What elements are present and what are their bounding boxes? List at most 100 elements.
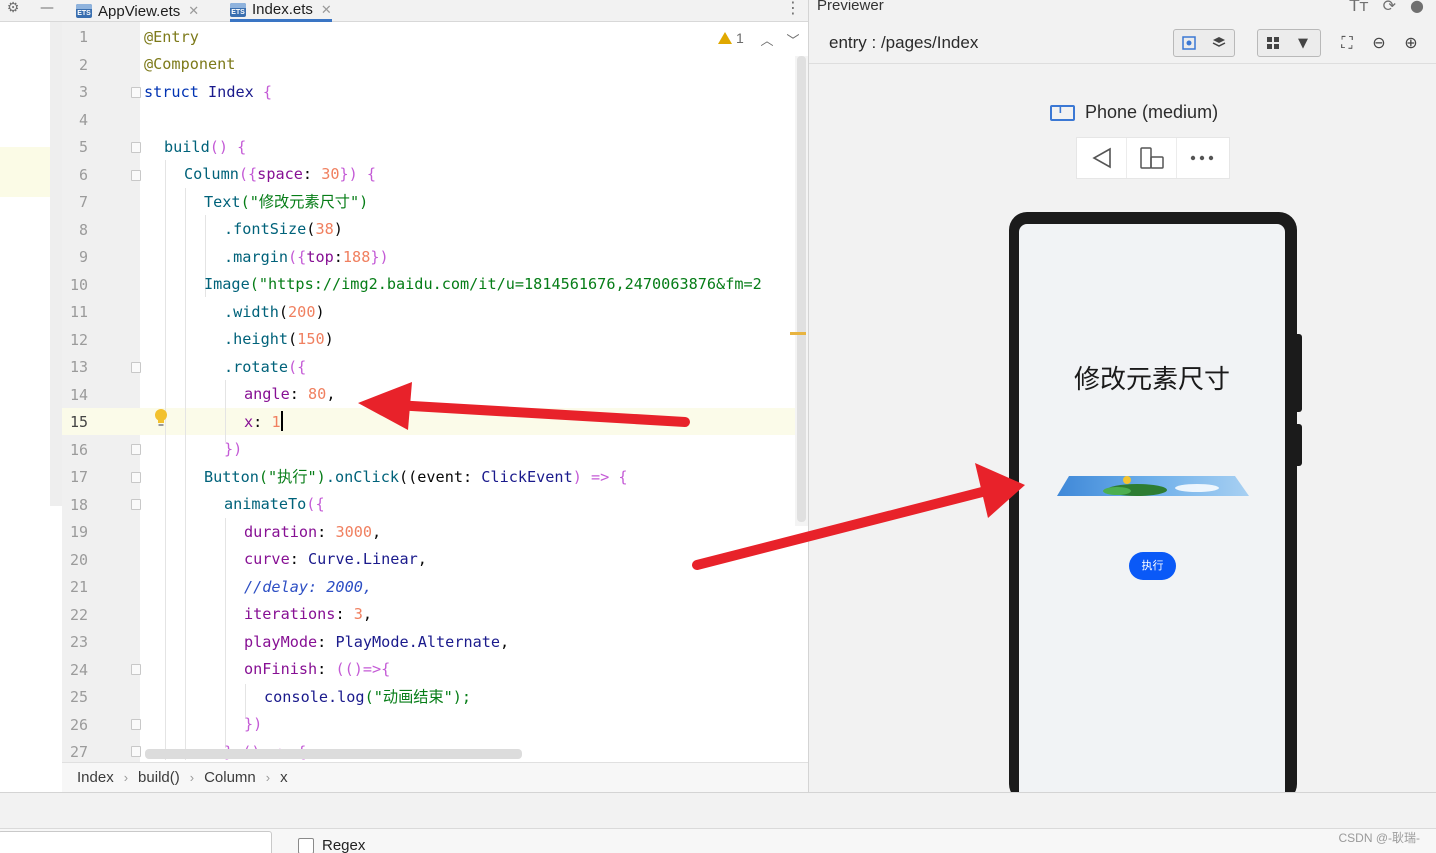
horizontal-scrollbar[interactable] [145,749,522,759]
find-input[interactable] [0,831,272,853]
close-icon[interactable]: ✕ [188,3,199,19]
regex-checkbox[interactable] [298,837,314,853]
entry-path: entry : /pages/Index [829,33,979,52]
breadcrumb-item[interactable]: x [280,769,288,786]
fold-marker[interactable] [131,746,141,757]
code-line: Button("执行").onClick((event: ClickEvent)… [204,468,628,486]
tool-window-strip [0,22,50,762]
fold-marker[interactable] [131,87,141,98]
back-icon[interactable] [1077,138,1127,178]
fold-marker[interactable] [131,444,141,455]
chevron-right-icon: › [189,770,195,785]
line-number: 26 [69,715,88,734]
app-title: 修改元素尺寸 [1073,365,1230,395]
code-line: .height(150) [224,330,334,348]
chevron-down-icon[interactable]: ﹀ [785,30,801,49]
code-line: Image("https://img2.baidu.com/it/u=18145… [204,275,762,293]
ets-file-icon: ETS [230,2,246,17]
fold-marker[interactable] [131,472,141,483]
tab-index[interactable]: ETS Index.ets ✕ [230,0,332,22]
fold-marker[interactable] [131,499,141,510]
execute-button[interactable]: 执行 [1129,552,1176,580]
line-number: 22 [69,605,88,624]
fold-marker[interactable] [131,142,141,153]
phone-frame: 修改元素尺寸 执行 [1009,212,1297,804]
regex-option[interactable]: Regex [298,837,365,853]
current-line-highlight [62,408,807,435]
code-line: duration: 3000, [244,523,382,541]
phone-side-button [1296,424,1302,466]
vertical-scrollbar[interactable] [795,56,808,526]
rotate-device-icon[interactable] [1127,138,1177,178]
fold-marker[interactable] [131,362,141,373]
code-line: build() { [164,138,247,156]
line-number: 20 [69,550,88,569]
line-number: 14 [69,385,88,404]
minimize-icon[interactable]: — [36,0,58,22]
line-number: 13 [69,358,88,376]
tablet-icon [1050,104,1075,121]
grid-icon [1258,30,1288,56]
breadcrumb-item[interactable]: Column [204,769,256,786]
line-number: 1 [78,28,88,46]
code-line: curve: Curve.Linear, [244,550,427,568]
line-number: 12 [69,330,88,349]
line-number: 25 [69,688,88,706]
line-number: 9 [78,248,88,266]
inspector-icon[interactable] [1174,30,1204,56]
regex-label: Regex [322,837,366,853]
layers-icon[interactable] [1204,30,1234,56]
crop-icon[interactable]: ⛶ [1338,34,1356,52]
breadcrumb-item[interactable]: Index [77,769,114,786]
layout-select[interactable]: ▼ [1257,29,1321,57]
line-number: 8 [78,220,88,239]
code-line: .fontSize(38) [224,220,343,238]
breadcrumb: Index › build() › Column › x [62,762,808,792]
code-line: @Entry [144,28,199,46]
code-line: playMode: PlayMode.Alternate, [244,633,510,651]
warnings-indicator[interactable]: 1 [718,30,744,46]
gear-icon[interactable]: ⚙ [2,0,24,22]
chevron-up-icon[interactable]: ︿ [759,30,775,49]
font-size-icon[interactable]: Tт [1350,0,1369,15]
code-line: struct Index { [144,83,273,101]
fold-marker[interactable] [131,719,141,730]
line-number: 2 [78,55,88,74]
scrollbar-thumb[interactable] [797,56,806,522]
fold-marker[interactable] [131,170,141,181]
warning-scroll-marker[interactable] [790,332,806,335]
more-icon[interactable] [1177,138,1227,178]
tab-label: Index.ets [252,1,313,18]
refresh-icon[interactable]: ⟳ [1383,0,1396,15]
device-toolbar [1077,138,1229,178]
code-line: }) [244,715,263,733]
code-line: iterations: 3, [244,605,373,623]
line-number: 7 [78,193,88,211]
code-line: @Component [144,55,236,73]
more-tabs-icon[interactable]: ⋮ [784,0,802,20]
line-number: 23 [69,633,88,651]
line-number: 17 [69,468,88,486]
pin-icon[interactable]: ● [1410,0,1424,15]
lightbulb-icon[interactable] [154,408,168,428]
breadcrumb-item[interactable]: build() [138,769,180,786]
line-number: 18 [69,495,88,514]
zoom-out-icon[interactable]: ⊖ [1370,34,1388,52]
phone-screen: 修改元素尺寸 执行 [1019,224,1285,804]
line-number: 24 [69,660,88,679]
close-icon[interactable]: ✕ [321,2,332,18]
line-number: 11 [69,303,88,321]
warning-icon [718,32,732,44]
indent-guide [225,380,226,442]
code-line: Text("修改元素尺寸") [204,193,369,211]
line-number: 16 [69,440,88,459]
editor-tab-bar: ⚙ — ETS AppView.ets ✕ ETS Index.ets ✕ ⋮ [0,0,808,22]
code-line: .rotate({ [224,358,307,376]
tab-label: AppView.ets [98,2,181,20]
line-number: 15 [69,413,88,431]
code-line: //delay: 2000, [244,578,373,596]
text-caret [280,411,283,431]
zoom-in-icon[interactable]: ⊕ [1402,34,1420,52]
tab-appview[interactable]: ETS AppView.ets ✕ [76,0,199,22]
fold-marker[interactable] [131,664,141,675]
